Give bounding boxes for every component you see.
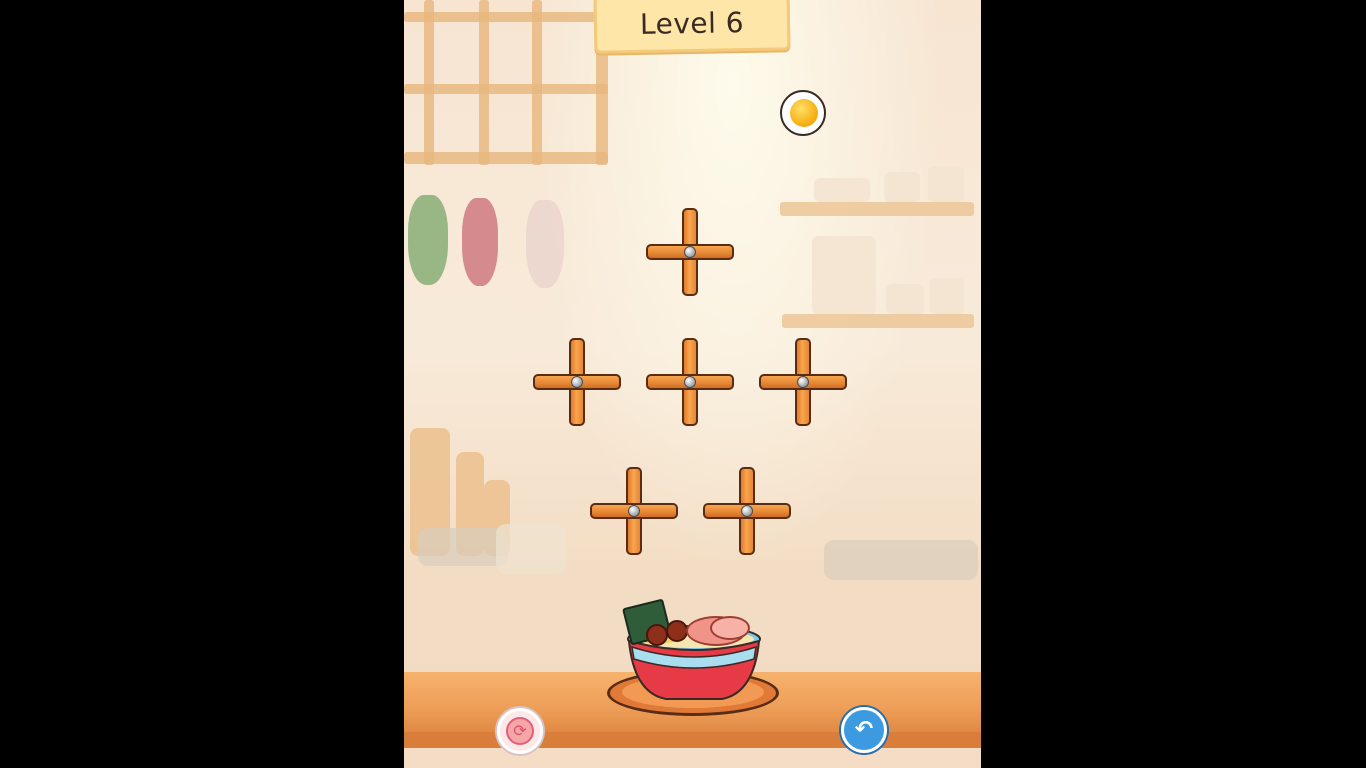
hanging-chili — [462, 198, 498, 286]
bolt-icon — [797, 376, 809, 388]
restart-icon: ⟳ — [506, 717, 534, 745]
background-window — [404, 0, 610, 168]
bolt-icon — [628, 505, 640, 517]
shelf-plate-stack — [812, 236, 876, 314]
cross-pin-row2-right[interactable] — [759, 338, 849, 428]
yolk — [790, 99, 818, 127]
background-pan — [824, 540, 978, 580]
counter-edge — [404, 732, 981, 748]
background-pot — [418, 528, 508, 566]
cross-pin-row2-left[interactable] — [533, 338, 623, 428]
cross-pin-row3-right[interactable] — [703, 467, 793, 557]
undo-arrow-icon: ↶ — [854, 717, 874, 742]
window-bar — [404, 12, 608, 22]
cross-pin-top[interactable] — [646, 208, 736, 298]
window-bar — [532, 0, 542, 165]
meatball-topping — [666, 620, 688, 642]
bolt-icon — [741, 505, 753, 517]
cross-pin-row3-left[interactable] — [590, 467, 680, 557]
bolt-icon — [684, 246, 696, 258]
ham-slice-topping — [710, 616, 750, 640]
shelf-cup — [928, 166, 964, 202]
restart-button[interactable]: ⟳ — [497, 708, 543, 754]
shelf-cup — [930, 278, 964, 314]
meatball-topping — [646, 624, 668, 646]
shelf-cup — [884, 172, 920, 202]
undo-button[interactable]: ↶ — [841, 707, 887, 753]
level-banner: Level 6 — [593, 0, 791, 54]
window-bar — [424, 0, 434, 165]
window-bar — [404, 152, 608, 164]
game-viewport: Level 6 ⟳ ↶ — [404, 0, 981, 768]
shelf-bowl — [814, 178, 870, 202]
shelf-cup — [886, 284, 924, 314]
counter-base — [404, 748, 981, 768]
background-teapot — [496, 524, 566, 574]
window-bar — [479, 0, 489, 165]
window-bar — [404, 84, 608, 94]
hanging-garlic — [526, 200, 564, 288]
hanging-herb-green — [408, 195, 448, 285]
egg-yolk-coin-icon — [780, 90, 826, 136]
level-label: Level 6 — [639, 6, 745, 41]
bolt-icon — [571, 376, 583, 388]
shelf-top — [780, 202, 974, 216]
shelf-bottom — [782, 314, 974, 328]
cross-pin-row2-center[interactable] — [646, 338, 736, 428]
bolt-icon — [684, 376, 696, 388]
